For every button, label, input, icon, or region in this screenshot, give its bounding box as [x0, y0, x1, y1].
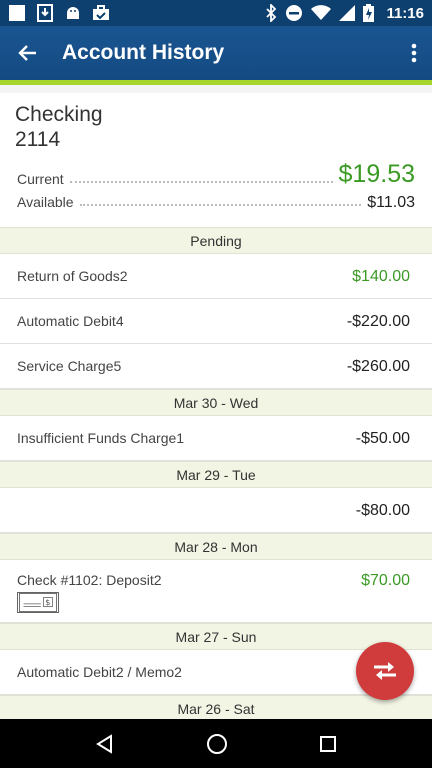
transaction-row[interactable]: Insufficient Funds Charge1 -$50.00	[0, 416, 432, 461]
current-balance-value: $19.53	[338, 160, 415, 188]
section-header-pending: Pending	[0, 227, 432, 254]
transaction-row[interactable]: -$80.00	[0, 488, 432, 533]
available-balance-label: Available	[17, 194, 74, 210]
section-header-date: Mar 28 - Mon	[0, 533, 432, 560]
bluetooth-icon	[266, 4, 277, 22]
transaction-amount: $70.00	[361, 572, 410, 589]
available-balance-row: Available $11.03	[17, 194, 415, 212]
battery-charging-icon	[363, 4, 375, 22]
back-button[interactable]	[0, 26, 56, 80]
transaction-row[interactable]: Return of Goods2 $140.00	[0, 254, 432, 299]
status-bar: 11:16	[0, 0, 432, 26]
section-header-date: Mar 27 - Sun	[0, 623, 432, 650]
current-balance-label: Current	[17, 171, 64, 187]
home-circle-icon[interactable]	[206, 733, 228, 755]
section-header-date: Mar 30 - Wed	[0, 389, 432, 416]
status-time: 11:16	[386, 4, 424, 22]
transaction-description: Service Charge5	[17, 358, 122, 374]
transaction-amount: $140.00	[352, 268, 410, 285]
briefcase-notification-icon	[93, 5, 109, 20]
recents-square-icon[interactable]	[319, 735, 337, 753]
transaction-row[interactable]: Service Charge5 -$260.00	[0, 344, 432, 389]
system-nav-bar	[0, 719, 432, 768]
check-image-icon[interactable]: $	[17, 592, 59, 613]
app-bar: Account History	[0, 26, 432, 80]
page-title: Account History	[62, 41, 225, 64]
download-notification-icon	[37, 4, 53, 22]
transfer-fab-button[interactable]	[356, 642, 414, 700]
transaction-description: Check #1102: Deposit2	[17, 572, 162, 588]
wifi-icon	[311, 5, 332, 20]
transaction-description: Automatic Debit4	[17, 313, 124, 329]
section-header-date: Mar 29 - Tue	[0, 461, 432, 488]
square-notification-icon	[9, 5, 25, 21]
transfer-arrows-icon	[374, 662, 396, 680]
do-not-disturb-icon	[286, 5, 303, 21]
available-balance-value: $11.03	[367, 194, 415, 211]
transaction-amount: -$220.00	[346, 313, 410, 330]
account-name: Checking	[15, 103, 103, 126]
account-number: 2114	[15, 128, 61, 151]
transaction-row[interactable]: Automatic Debit4 -$220.00	[0, 299, 432, 344]
current-balance-row: Current $19.53	[17, 160, 415, 189]
transaction-amount: -$260.00	[346, 358, 410, 375]
leader-dots	[69, 181, 333, 183]
signal-icon	[339, 5, 356, 21]
section-header-date: Mar 26 - Sat	[0, 695, 432, 722]
transaction-description: Return of Goods2	[17, 268, 128, 284]
transaction-amount: -$80.00	[355, 502, 410, 519]
leader-dots	[79, 204, 362, 206]
transaction-amount: -$50.00	[355, 430, 410, 447]
transaction-description: Insufficient Funds Charge1	[17, 430, 185, 446]
overflow-menu-button[interactable]	[396, 26, 432, 80]
android-notification-icon	[67, 7, 79, 19]
account-summary: Checking 2114 Current $19.53 Available $…	[0, 85, 432, 227]
transaction-description: Automatic Debit2 / Memo2	[17, 664, 182, 680]
transaction-row[interactable]: Check #1102: Deposit2 $70.00 $	[0, 560, 432, 623]
back-arrow-icon	[18, 45, 36, 61]
more-vert-icon	[411, 43, 417, 63]
svg-text:$: $	[45, 597, 50, 607]
back-triangle-icon[interactable]	[95, 733, 115, 754]
